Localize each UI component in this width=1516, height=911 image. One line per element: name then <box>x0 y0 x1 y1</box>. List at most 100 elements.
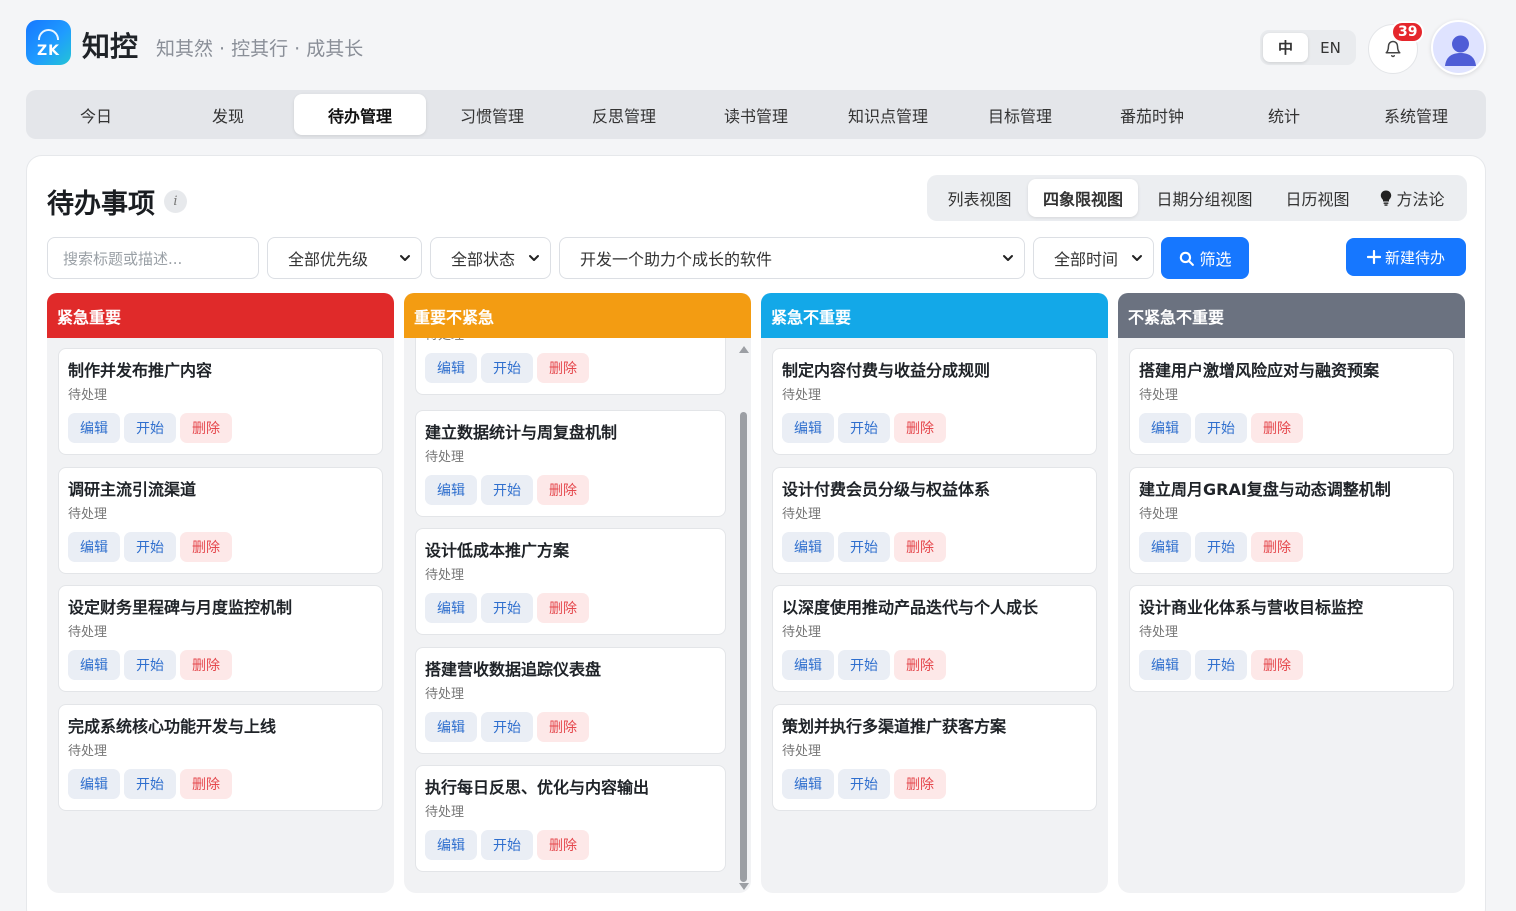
scrollbar-thumb[interactable] <box>740 412 747 882</box>
edit-button[interactable]: 编辑 <box>68 413 120 443</box>
goal-select[interactable]: 开发一个助力个成长的软件 <box>559 237 1025 279</box>
edit-button[interactable]: 编辑 <box>1139 532 1191 562</box>
edit-button[interactable]: 编辑 <box>1139 650 1191 680</box>
start-button[interactable]: 开始 <box>1195 413 1247 443</box>
nav-item-stats[interactable]: 统计 <box>1218 94 1350 135</box>
delete-button[interactable]: 删除 <box>180 532 232 562</box>
user-avatar[interactable] <box>1431 20 1486 75</box>
nav-item-discover[interactable]: 发现 <box>162 94 294 135</box>
task-card[interactable]: 完成系统核心功能开发与上线 待处理 编辑 开始 删除 <box>58 704 383 811</box>
start-button[interactable]: 开始 <box>838 650 890 680</box>
nav-item-todo[interactable]: 待办管理 <box>294 94 426 135</box>
delete-button[interactable]: 删除 <box>1251 413 1303 443</box>
delete-button[interactable]: 删除 <box>537 475 589 505</box>
delete-button[interactable]: 删除 <box>894 413 946 443</box>
view-tab-list[interactable]: 列表视图 <box>931 179 1028 217</box>
scroll-down-arrow-icon[interactable] <box>739 883 749 890</box>
quadrant-task-list[interactable]: 搭建用户激增风险应对与融资预案 待处理 编辑 开始 删除 建立周月GRAI复盘与动态调整机… <box>1118 338 1465 893</box>
start-button[interactable]: 开始 <box>481 475 533 505</box>
start-button[interactable]: 开始 <box>481 712 533 742</box>
delete-button[interactable]: 删除 <box>1251 650 1303 680</box>
edit-button[interactable]: 编辑 <box>68 650 120 680</box>
start-button[interactable]: 开始 <box>481 353 533 383</box>
task-card[interactable]: 制定内容付费与收益分成规则 待处理 编辑 开始 删除 <box>772 348 1097 455</box>
delete-button[interactable]: 删除 <box>537 353 589 383</box>
info-icon[interactable]: i <box>164 190 187 213</box>
task-card[interactable]: 待处理编辑开始删除 <box>415 338 726 395</box>
start-button[interactable]: 开始 <box>1195 532 1247 562</box>
delete-button[interactable]: 删除 <box>180 769 232 799</box>
start-button[interactable]: 开始 <box>124 650 176 680</box>
status-select[interactable]: 全部状态 <box>430 237 551 279</box>
edit-button[interactable]: 编辑 <box>425 475 477 505</box>
edit-button[interactable]: 编辑 <box>425 830 477 860</box>
nav-item-goals[interactable]: 目标管理 <box>954 94 1086 135</box>
delete-button[interactable]: 删除 <box>537 712 589 742</box>
delete-button[interactable]: 删除 <box>894 650 946 680</box>
new-todo-button[interactable]: 新建待办 <box>1346 238 1466 276</box>
search-input[interactable]: 搜索标题或描述... <box>47 237 259 279</box>
edit-button[interactable]: 编辑 <box>1139 413 1191 443</box>
delete-button[interactable]: 删除 <box>894 532 946 562</box>
edit-button[interactable]: 编辑 <box>782 413 834 443</box>
app-logo[interactable]: ZK <box>26 20 71 65</box>
view-tab-date-group[interactable]: 日期分组视图 <box>1138 179 1271 217</box>
start-button[interactable]: 开始 <box>838 769 890 799</box>
nav-item-habits[interactable]: 习惯管理 <box>426 94 558 135</box>
lang-option-en[interactable]: EN <box>1308 33 1353 62</box>
start-button[interactable]: 开始 <box>838 532 890 562</box>
edit-button[interactable]: 编辑 <box>782 532 834 562</box>
delete-button[interactable]: 删除 <box>537 830 589 860</box>
start-button[interactable]: 开始 <box>124 769 176 799</box>
task-card[interactable]: 建立周月GRAI复盘与动态调整机制 待处理 编辑 开始 删除 <box>1129 467 1454 574</box>
quadrant-task-list[interactable]: 制定内容付费与收益分成规则 待处理 编辑 开始 删除 设计付费会员分级与权益体系 待处理 编辑… <box>761 338 1108 893</box>
start-button[interactable]: 开始 <box>124 413 176 443</box>
filter-button[interactable]: 筛选 <box>1161 237 1249 279</box>
task-card[interactable]: 设定财务里程碑与月度监控机制 待处理 编辑 开始 删除 <box>58 585 383 692</box>
quadrant-task-list[interactable]: 待处理编辑开始删除建立数据统计与周复盘机制待处理编辑开始删除设计低成本推广方案待… <box>404 338 751 893</box>
priority-select[interactable]: 全部优先级 <box>267 237 422 279</box>
task-card[interactable]: 建立数据统计与周复盘机制 待处理 编辑 开始 删除 <box>415 410 726 517</box>
nav-item-reflection[interactable]: 反思管理 <box>558 94 690 135</box>
scroll-up-arrow-icon[interactable] <box>739 346 749 353</box>
task-card[interactable]: 搭建营收数据追踪仪表盘 待处理 编辑 开始 删除 <box>415 647 726 754</box>
edit-button[interactable]: 编辑 <box>425 712 477 742</box>
start-button[interactable]: 开始 <box>124 532 176 562</box>
task-card[interactable]: 设计商业化体系与营收目标监控 待处理 编辑 开始 删除 <box>1129 585 1454 692</box>
nav-item-system[interactable]: 系统管理 <box>1350 94 1482 135</box>
delete-button[interactable]: 删除 <box>894 769 946 799</box>
nav-item-knowledge[interactable]: 知识点管理 <box>822 94 954 135</box>
nav-item-today[interactable]: 今日 <box>30 94 162 135</box>
start-button[interactable]: 开始 <box>481 593 533 623</box>
view-tab-calendar[interactable]: 日历视图 <box>1271 179 1364 217</box>
task-card[interactable]: 调研主流引流渠道 待处理 编辑 开始 删除 <box>58 467 383 574</box>
nav-item-reading[interactable]: 读书管理 <box>690 94 822 135</box>
nav-item-pomodoro[interactable]: 番茄时钟 <box>1086 94 1218 135</box>
time-select[interactable]: 全部时间 <box>1033 237 1154 279</box>
task-card[interactable]: 设计低成本推广方案 待处理 编辑 开始 删除 <box>415 528 726 635</box>
quadrant-task-list[interactable]: 制作并发布推广内容 待处理 编辑 开始 删除 调研主流引流渠道 待处理 编辑 开始 删除 设定财务里… <box>47 338 394 893</box>
task-card[interactable]: 以深度使用推动产品迭代与个人成长 待处理 编辑 开始 删除 <box>772 585 1097 692</box>
task-card[interactable]: 设计付费会员分级与权益体系 待处理 编辑 开始 删除 <box>772 467 1097 574</box>
delete-button[interactable]: 删除 <box>537 593 589 623</box>
task-card[interactable]: 搭建用户激增风险应对与融资预案 待处理 编辑 开始 删除 <box>1129 348 1454 455</box>
start-button[interactable]: 开始 <box>838 413 890 443</box>
start-button[interactable]: 开始 <box>1195 650 1247 680</box>
delete-button[interactable]: 删除 <box>1251 532 1303 562</box>
view-tab-quadrant[interactable]: 四象限视图 <box>1028 179 1138 217</box>
edit-button[interactable]: 编辑 <box>68 532 120 562</box>
task-card[interactable]: 策划并执行多渠道推广获客方案 待处理 编辑 开始 删除 <box>772 704 1097 811</box>
lang-option-zh[interactable]: 中 <box>1263 33 1308 62</box>
edit-button[interactable]: 编辑 <box>68 769 120 799</box>
edit-button[interactable]: 编辑 <box>425 353 477 383</box>
edit-button[interactable]: 编辑 <box>782 650 834 680</box>
edit-button[interactable]: 编辑 <box>782 769 834 799</box>
delete-button[interactable]: 删除 <box>180 650 232 680</box>
task-card[interactable]: 执行每日反思、优化与内容输出 待处理 编辑 开始 删除 <box>415 765 726 872</box>
view-tab-methodology[interactable]: 方法论 <box>1364 179 1461 217</box>
task-card[interactable]: 制作并发布推广内容 待处理 编辑 开始 删除 <box>58 348 383 455</box>
delete-button[interactable]: 删除 <box>180 413 232 443</box>
start-button[interactable]: 开始 <box>481 830 533 860</box>
edit-button[interactable]: 编辑 <box>425 593 477 623</box>
scrollbar[interactable] <box>739 346 749 893</box>
